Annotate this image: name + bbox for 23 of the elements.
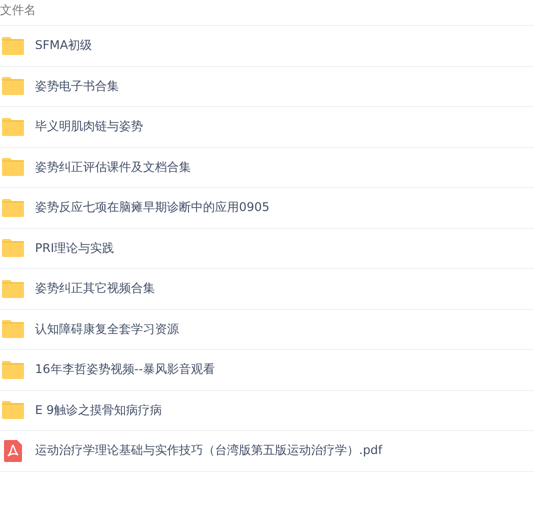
folder-icon: [2, 36, 24, 55]
folder-icon: [2, 118, 24, 136]
folder-icon: [2, 158, 24, 176]
file-name[interactable]: 运动治疗学理论基础与实作技巧（台湾版第五版运动治疗学）.pdf: [35, 442, 382, 460]
column-header: 文件名: [0, 3, 36, 17]
folder-icon: [2, 198, 24, 217]
file-name[interactable]: 姿势纠正评估课件及文档合集: [35, 158, 191, 176]
folder-icon: [2, 280, 24, 298]
file-name[interactable]: PRI理论与实践: [35, 240, 114, 257]
folder-icon: [2, 239, 24, 258]
file-name[interactable]: 姿势电子书合集: [35, 78, 119, 95]
file-name[interactable]: 姿势反应七项在脑瘫早期诊断中的应用0905: [35, 199, 270, 216]
file-name[interactable]: SFMA初级: [35, 37, 92, 54]
file-name[interactable]: 认知障碍康复全套学习资源: [35, 320, 179, 338]
file-name[interactable]: 16年李哲姿势视频--暴风影音观看: [35, 361, 215, 378]
folder-icon: [2, 77, 24, 96]
file-name[interactable]: E 9触诊之摸骨知病疗病: [35, 402, 162, 419]
file-name[interactable]: 毕义明肌肉链与姿势: [35, 118, 143, 136]
pdf-file-icon: [4, 440, 22, 462]
file-name[interactable]: 姿势纠正其它视频合集: [35, 280, 155, 298]
folder-icon: [2, 401, 24, 420]
folder-icon: [2, 320, 24, 338]
folder-icon: [2, 360, 24, 379]
